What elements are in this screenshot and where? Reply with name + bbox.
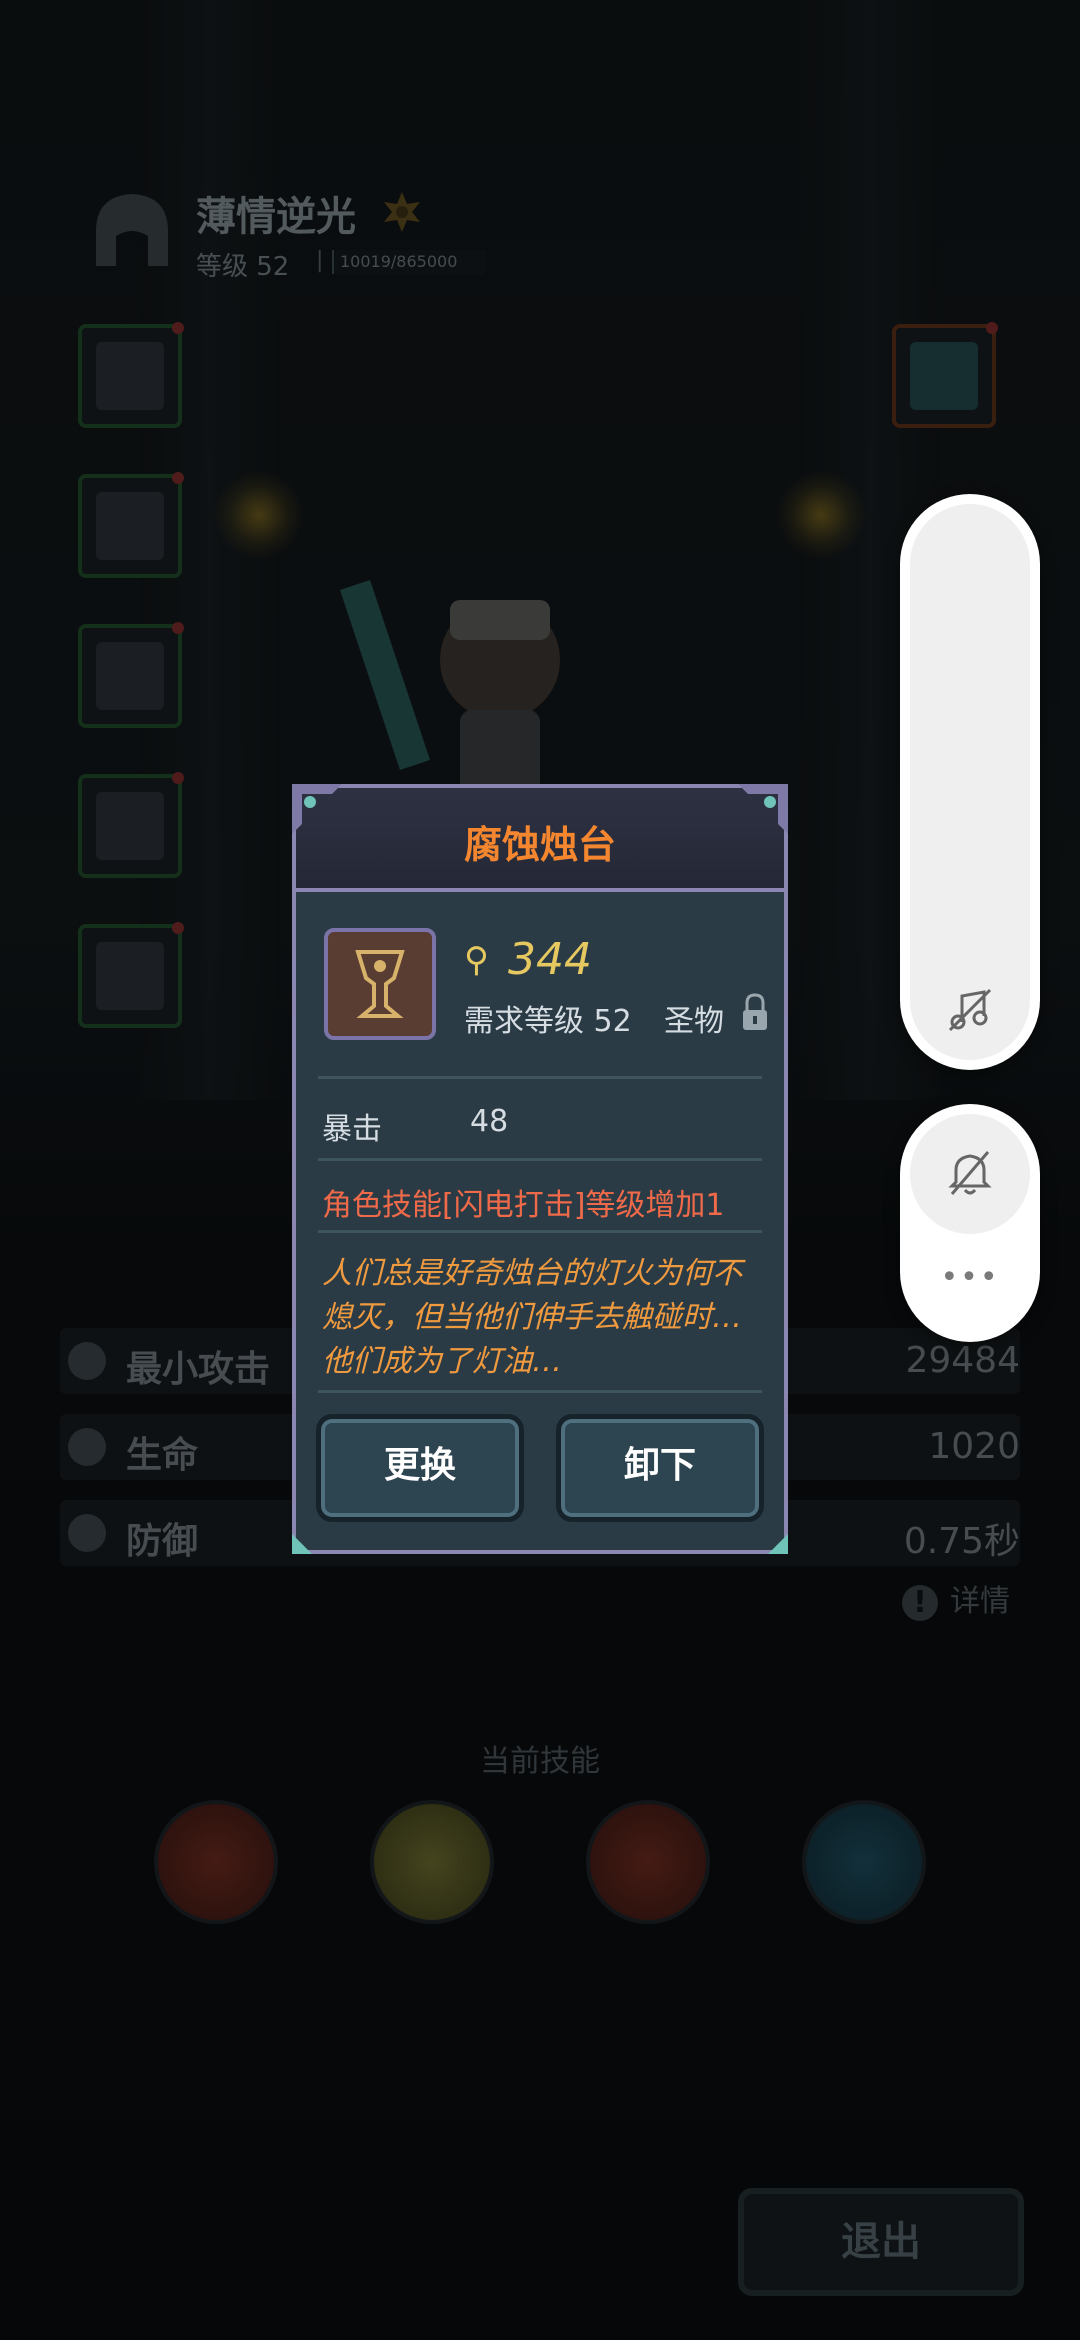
item-name: 腐蚀烛台 [463, 823, 616, 867]
floating-panel-slider[interactable] [910, 504, 1030, 1060]
item-icon-frame [324, 928, 436, 1040]
ornament-corner-icon [292, 784, 342, 834]
ornament-corner-icon [768, 1534, 788, 1554]
required-level: 需求等级 52 [464, 1004, 632, 1039]
unequip-button[interactable]: 卸下 [556, 1414, 764, 1522]
replace-button[interactable]: 更换 [316, 1414, 524, 1522]
more-options-button[interactable]: ••• [900, 1260, 1040, 1295]
divider [318, 1076, 762, 1079]
divider [318, 1158, 762, 1161]
item-type: 圣物 [664, 1004, 724, 1039]
attribute-value: 48 [470, 1104, 509, 1139]
ornament-corner-icon [738, 784, 788, 834]
bell-off-icon[interactable] [942, 1144, 998, 1200]
flavor-line: 他们成为了灯油… [322, 1344, 562, 1379]
floating-panel-top [900, 494, 1040, 1070]
divider [318, 1390, 762, 1393]
item-detail-modal: 腐蚀烛台 ⚲ 344 需求等级 52 圣物 暴击 48 角色技能[闪电打击]等级… [292, 784, 788, 1554]
item-power: 344 [508, 934, 592, 985]
divider [318, 1230, 762, 1233]
floating-panel-bottom: ••• [900, 1104, 1040, 1342]
attribute-label: 暴击 [322, 1112, 382, 1147]
candlestick-icon [355, 950, 405, 1018]
item-flavor-text: 人们总是好奇烛台的灯火为何不 熄灭，但当他们伸手去触碰时… 他们成为了灯油… [322, 1252, 762, 1384]
music-off-icon[interactable] [942, 982, 998, 1038]
flavor-line: 人们总是好奇烛台的灯火为何不 [322, 1256, 742, 1291]
ornament-corner-icon [292, 1534, 312, 1554]
lock-icon[interactable] [740, 992, 770, 1032]
modal-header: 腐蚀烛台 [296, 788, 784, 892]
power-icon: ⚲ [464, 940, 489, 980]
flavor-line: 熄灭，但当他们伸手去触碰时… [322, 1300, 742, 1335]
item-effect: 角色技能[闪电打击]等级增加1 [322, 1188, 725, 1223]
